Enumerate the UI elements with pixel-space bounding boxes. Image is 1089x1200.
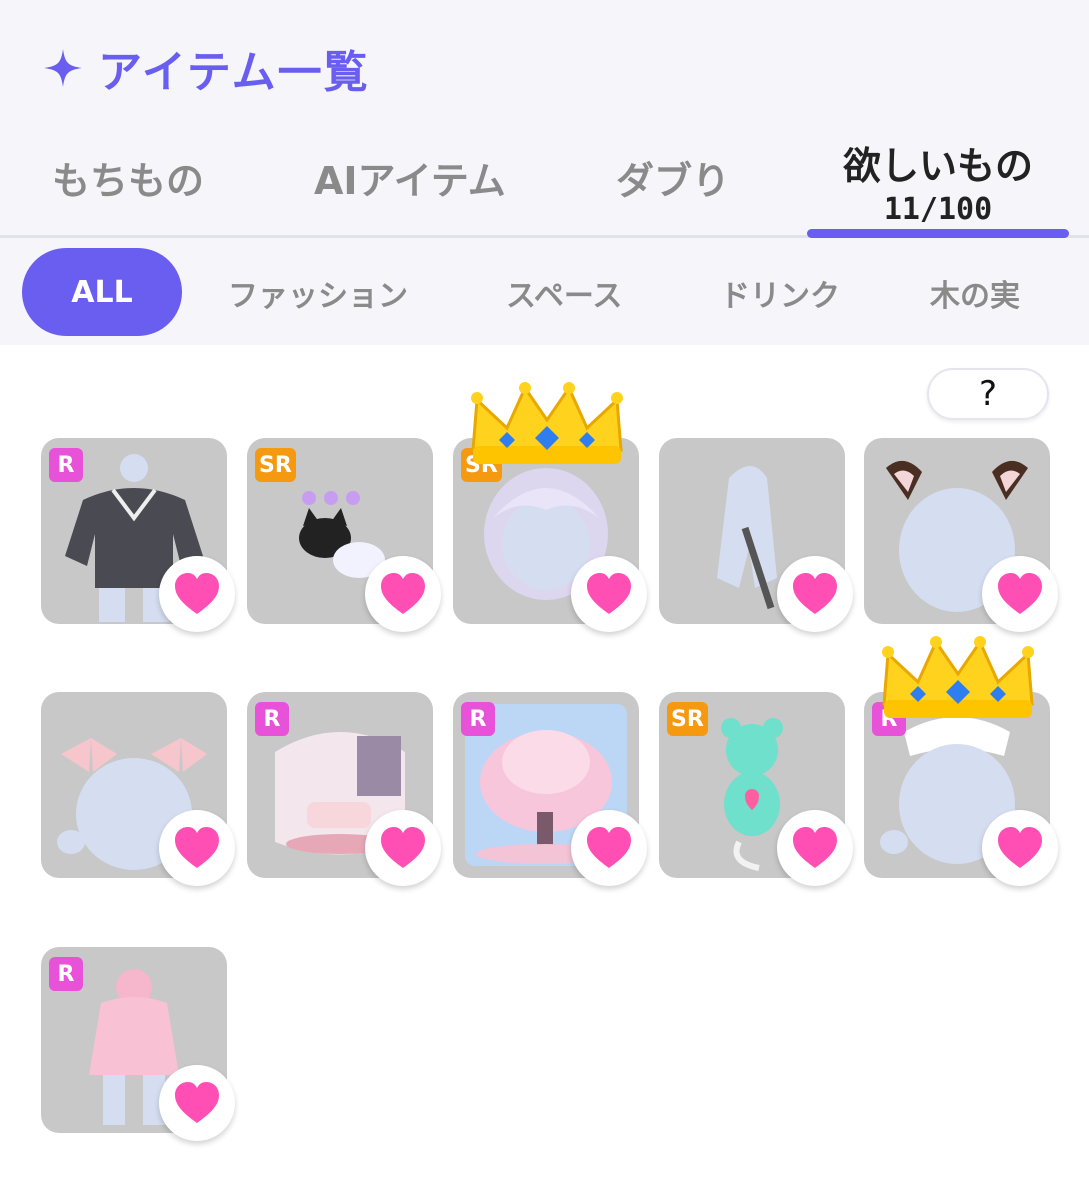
tab-ai-items[interactable]: AIアイテム — [314, 150, 506, 205]
wishlist-heart-button[interactable] — [159, 810, 235, 886]
rarity-badge: R — [49, 448, 83, 482]
heart-icon — [175, 573, 219, 614]
item-card[interactable]: R — [247, 692, 441, 886]
item-card[interactable]: SR — [247, 438, 441, 632]
wishlist-heart-button[interactable] — [982, 556, 1058, 632]
rarity-badge: R — [461, 702, 495, 736]
active-tab-indicator — [807, 229, 1069, 238]
tab-wishlist-label: 欲しいもの — [842, 144, 1033, 188]
item-card[interactable]: R — [453, 692, 647, 886]
title-row: アイテム一覧 — [42, 38, 370, 98]
filter-drink[interactable]: ドリンク — [720, 262, 840, 324]
wishlist-heart-button[interactable] — [365, 556, 441, 632]
item-card[interactable]: SR — [659, 692, 853, 886]
wishlist-heart-button[interactable] — [571, 556, 647, 632]
wishlist-heart-button[interactable] — [982, 810, 1058, 886]
heart-icon — [793, 573, 837, 614]
wishlist-heart-button[interactable] — [777, 556, 853, 632]
heart-icon — [998, 827, 1042, 868]
tab-mochimono[interactable]: もちもの — [52, 150, 204, 205]
item-list-screen: アイテム一覧 もちもの AIアイテム ダブり 欲しいもの 11/100 ALL … — [0, 0, 1089, 1200]
header: アイテム一覧 もちもの AIアイテム ダブり 欲しいもの 11/100 ALL … — [0, 0, 1089, 345]
item-card[interactable]: R — [41, 947, 235, 1141]
rarity-badge: SR — [255, 448, 296, 482]
filter-all[interactable]: ALL — [22, 248, 182, 336]
page-title: アイテム一覧 — [98, 47, 370, 98]
tab-duplicates[interactable]: ダブり — [616, 150, 730, 205]
heart-icon — [793, 827, 837, 868]
wishlist-heart-button[interactable] — [159, 556, 235, 632]
wishlist-heart-button[interactable] — [571, 810, 647, 886]
wishlist-count: 11/100 — [883, 192, 993, 227]
wishlist-heart-button[interactable] — [159, 1065, 235, 1141]
item-card[interactable] — [864, 438, 1058, 632]
filter-nuts[interactable]: 木の実 — [930, 262, 1020, 324]
heart-icon — [587, 573, 631, 614]
heart-icon — [175, 1082, 219, 1123]
wishlist-heart-button[interactable] — [777, 810, 853, 886]
tab-wishlist[interactable]: 欲しいもの 11/100 — [828, 135, 1048, 227]
heart-icon — [587, 827, 631, 868]
heart-icon — [381, 827, 425, 868]
wishlist-heart-button[interactable] — [365, 810, 441, 886]
heart-icon — [381, 573, 425, 614]
help-button[interactable]: ? — [927, 368, 1049, 420]
item-card[interactable]: R — [864, 692, 1058, 886]
item-card[interactable] — [659, 438, 853, 632]
heart-icon — [998, 573, 1042, 614]
sparkle-icon — [42, 47, 84, 89]
rarity-badge: R — [872, 702, 906, 736]
heart-icon — [175, 827, 219, 868]
item-card[interactable] — [41, 692, 235, 886]
filter-space[interactable]: スペース — [506, 262, 622, 324]
rarity-badge: R — [255, 702, 289, 736]
item-card[interactable]: R — [41, 438, 235, 632]
item-card[interactable]: SR — [453, 438, 647, 632]
rarity-badge: R — [49, 957, 83, 991]
filter-fashion[interactable]: ファッション — [228, 262, 408, 324]
rarity-badge: SR — [667, 702, 708, 736]
rarity-badge: SR — [461, 448, 502, 482]
